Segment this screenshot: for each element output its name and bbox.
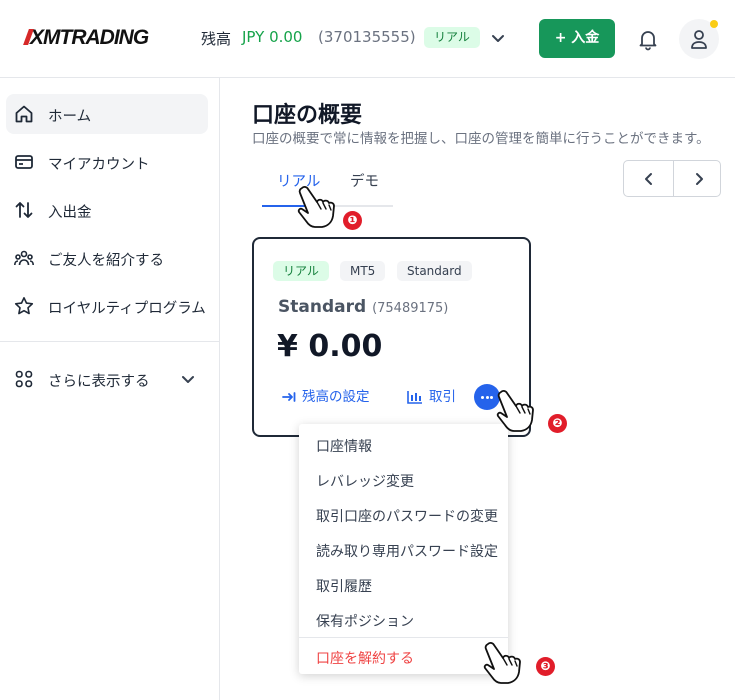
bell-icon[interactable] <box>636 27 660 51</box>
account-card: リアル MT5 Standard Standard (75489175) ¥ 0… <box>252 237 531 437</box>
menu-item-change-password[interactable]: 取引口座のパスワードの変更 <box>316 506 498 526</box>
chevron-left-icon <box>645 173 652 185</box>
sidebar-item-label: ロイヤルティプログラム <box>48 301 206 317</box>
dot <box>490 396 493 399</box>
card-icon <box>15 155 33 169</box>
sidebar-item-my-account[interactable]: マイアカウント <box>6 142 208 182</box>
home-icon <box>15 105 33 123</box>
menu-item-readonly-password[interactable]: 読み取り専用パスワード設定 <box>316 541 498 561</box>
account-pager <box>623 160 721 197</box>
sidebar-item-label: さらに表示する <box>48 374 150 390</box>
set-balance-link[interactable]: 残高の設定 <box>282 385 370 405</box>
trade-label: 取引 <box>429 389 456 405</box>
sidebar-item-label: ホーム <box>48 109 92 125</box>
menu-item-close-account[interactable]: 口座を解約する <box>316 648 414 668</box>
user-icon <box>691 30 707 49</box>
pointing-hand-icon <box>297 186 335 228</box>
deposit-button[interactable]: + 入金 <box>539 19 615 58</box>
sidebar-item-label: 入出金 <box>48 205 92 221</box>
sidebar-item-deposit-withdraw[interactable]: 入出金 <box>6 190 208 230</box>
transfer-arrows-icon <box>15 202 33 218</box>
people-icon <box>14 250 34 266</box>
sidebar-item-label: ご友人を紹介する <box>48 253 164 269</box>
grid-icon <box>15 370 33 388</box>
star-icon <box>14 297 34 315</box>
sidebar-show-more[interactable]: さらに表示する <box>6 359 208 399</box>
top-header: XMTRADING 残高 JPY 0.00 (370135555) リアル + … <box>0 0 735 78</box>
header-account-number: (370135555) <box>318 28 416 46</box>
step-badge-3: ❸ <box>536 657 555 676</box>
menu-item-leverage[interactable]: レバレッジ変更 <box>316 471 414 491</box>
dot <box>481 396 484 399</box>
logo-text: XMTRADING <box>30 26 149 49</box>
menu-divider <box>299 637 508 638</box>
sidebar-item-loyalty[interactable]: ロイヤルティプログラム <box>6 286 208 326</box>
step-badge-2: ❷ <box>548 414 567 433</box>
chevron-down-icon <box>182 376 194 383</box>
prev-button[interactable] <box>624 161 673 196</box>
chip-account-type: Standard <box>397 261 472 281</box>
next-button[interactable] <box>674 161 723 196</box>
account-name: Standard <box>278 297 367 317</box>
chip-platform: MT5 <box>340 261 386 281</box>
page-subtitle: 口座の概要で常に情報を把握し、口座の管理を簡単に行うことができます。 <box>252 131 710 147</box>
balance-label: 残高 <box>201 30 232 48</box>
sidebar-item-label: マイアカウント <box>48 157 150 173</box>
tab-demo[interactable]: デモ <box>350 170 379 191</box>
account-type-badge: リアル <box>424 27 480 48</box>
notification-dot <box>710 20 718 28</box>
account-name-line: Standard (75489175) <box>278 297 448 317</box>
menu-item-account-info[interactable]: 口座情報 <box>316 436 372 456</box>
pointing-hand-icon <box>496 390 534 432</box>
step-badge-1: ❶ <box>343 211 362 230</box>
account-number: (75489175) <box>372 301 449 316</box>
account-balance: ¥ 0.00 <box>277 329 383 364</box>
arrow-to-line-icon <box>282 392 296 402</box>
sidebar-divider <box>0 341 219 342</box>
chip-real: リアル <box>273 261 329 281</box>
trade-link[interactable]: 取引 <box>407 385 456 405</box>
sidebar-item-home[interactable]: ホーム <box>6 94 208 134</box>
account-options-menu: 口座情報 レバレッジ変更 取引口座のパスワードの変更 読み取り専用パスワード設定… <box>299 424 508 674</box>
menu-item-trade-history[interactable]: 取引履歴 <box>316 576 372 596</box>
xm-logo[interactable]: XMTRADING <box>30 26 149 50</box>
sidebar-item-refer-friends[interactable]: ご友人を紹介する <box>6 238 208 278</box>
menu-item-open-positions[interactable]: 保有ポジション <box>316 611 414 631</box>
chevron-right-icon <box>696 173 703 185</box>
pointing-hand-icon <box>483 642 521 684</box>
chart-bars-icon <box>407 391 422 404</box>
dot <box>485 396 489 399</box>
sidebar: ホーム マイアカウント 入出金 ご友人を紹介する ロイヤルティプログラム さらに… <box>0 78 220 700</box>
balance-amount: JPY 0.00 <box>242 28 303 46</box>
page-title: 口座の概要 <box>252 103 363 128</box>
chevron-down-icon[interactable] <box>490 30 506 46</box>
set-balance-label: 残高の設定 <box>302 389 370 405</box>
